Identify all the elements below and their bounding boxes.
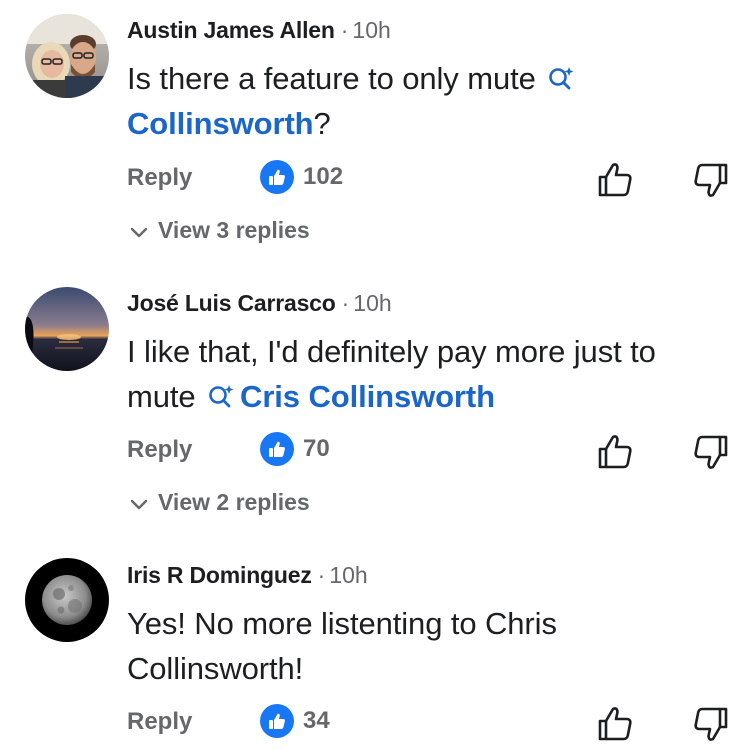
author-name[interactable]: Austin James Allen xyxy=(127,17,335,43)
chevron-down-icon xyxy=(130,217,148,244)
mention-link[interactable]: Cris Collinsworth xyxy=(240,379,495,414)
comment-text-before: Is there a feature to only mute xyxy=(127,61,545,96)
view-replies-button[interactable]: View 2 replies xyxy=(130,489,310,516)
timestamp[interactable]: 10h xyxy=(353,290,391,316)
reactions-summary[interactable]: 102 xyxy=(260,160,343,194)
reply-button[interactable]: Reply xyxy=(127,436,192,464)
comment-header: Iris R Dominguez · 10h xyxy=(127,561,368,589)
view-replies-label: View 2 replies xyxy=(158,489,310,515)
avatar[interactable] xyxy=(25,558,109,642)
comment-header: José Luis Carrasco · 10h xyxy=(127,289,392,317)
author-name[interactable]: José Luis Carrasco xyxy=(127,290,336,316)
reply-button[interactable]: Reply xyxy=(127,708,192,736)
like-badge-icon xyxy=(260,432,294,466)
thumbs-down-icon[interactable] xyxy=(690,432,730,477)
separator: · xyxy=(317,562,326,588)
chevron-down-icon xyxy=(130,489,148,516)
like-badge-icon xyxy=(260,160,294,194)
like-count: 34 xyxy=(303,707,330,734)
mention-link[interactable]: Collinsworth xyxy=(127,106,314,141)
thumbs-up-icon[interactable] xyxy=(596,432,636,477)
thumbs-down-icon[interactable] xyxy=(690,160,730,205)
avatar-moon-photo-icon xyxy=(25,558,109,642)
thumbs-up-icon[interactable] xyxy=(596,704,636,749)
avatar-couple-photo-icon xyxy=(25,14,109,98)
comment-text: Yes! No more listenting to Chris Collins… xyxy=(127,606,557,686)
view-replies-label: View 3 replies xyxy=(158,217,310,243)
avatar-sunset-photo-icon xyxy=(25,287,109,371)
comment-actions: Reply 34 xyxy=(0,704,756,744)
comment-header: Austin James Allen · 10h xyxy=(127,16,391,44)
avatar[interactable] xyxy=(25,14,109,98)
reactions-summary[interactable]: 70 xyxy=(260,432,330,466)
like-badge-icon xyxy=(260,704,294,738)
timestamp[interactable]: 10h xyxy=(329,562,367,588)
comment-text: I like that, I'd definitely pay more jus… xyxy=(127,329,727,419)
separator: · xyxy=(340,17,349,43)
timestamp[interactable]: 10h xyxy=(352,17,390,43)
comment-actions: Reply 70 xyxy=(0,432,756,472)
view-replies-button[interactable]: View 3 replies xyxy=(130,217,310,244)
reactions-summary[interactable]: 34 xyxy=(260,704,330,738)
comment-actions: Reply 102 xyxy=(0,160,756,200)
comment-text: Is there a feature to only mute Collinsw… xyxy=(127,56,727,146)
author-name[interactable]: Iris R Dominguez xyxy=(127,562,312,588)
separator: · xyxy=(341,290,350,316)
thumbs-up-icon[interactable] xyxy=(596,160,636,205)
like-count: 102 xyxy=(303,163,344,190)
like-count: 70 xyxy=(303,435,330,462)
search-sparkle-icon[interactable] xyxy=(208,376,234,421)
avatar[interactable] xyxy=(25,287,109,371)
search-sparkle-icon[interactable] xyxy=(548,58,574,103)
comment-text-after: ? xyxy=(313,106,331,141)
reply-button[interactable]: Reply xyxy=(127,164,192,192)
thumbs-down-icon[interactable] xyxy=(690,704,730,749)
